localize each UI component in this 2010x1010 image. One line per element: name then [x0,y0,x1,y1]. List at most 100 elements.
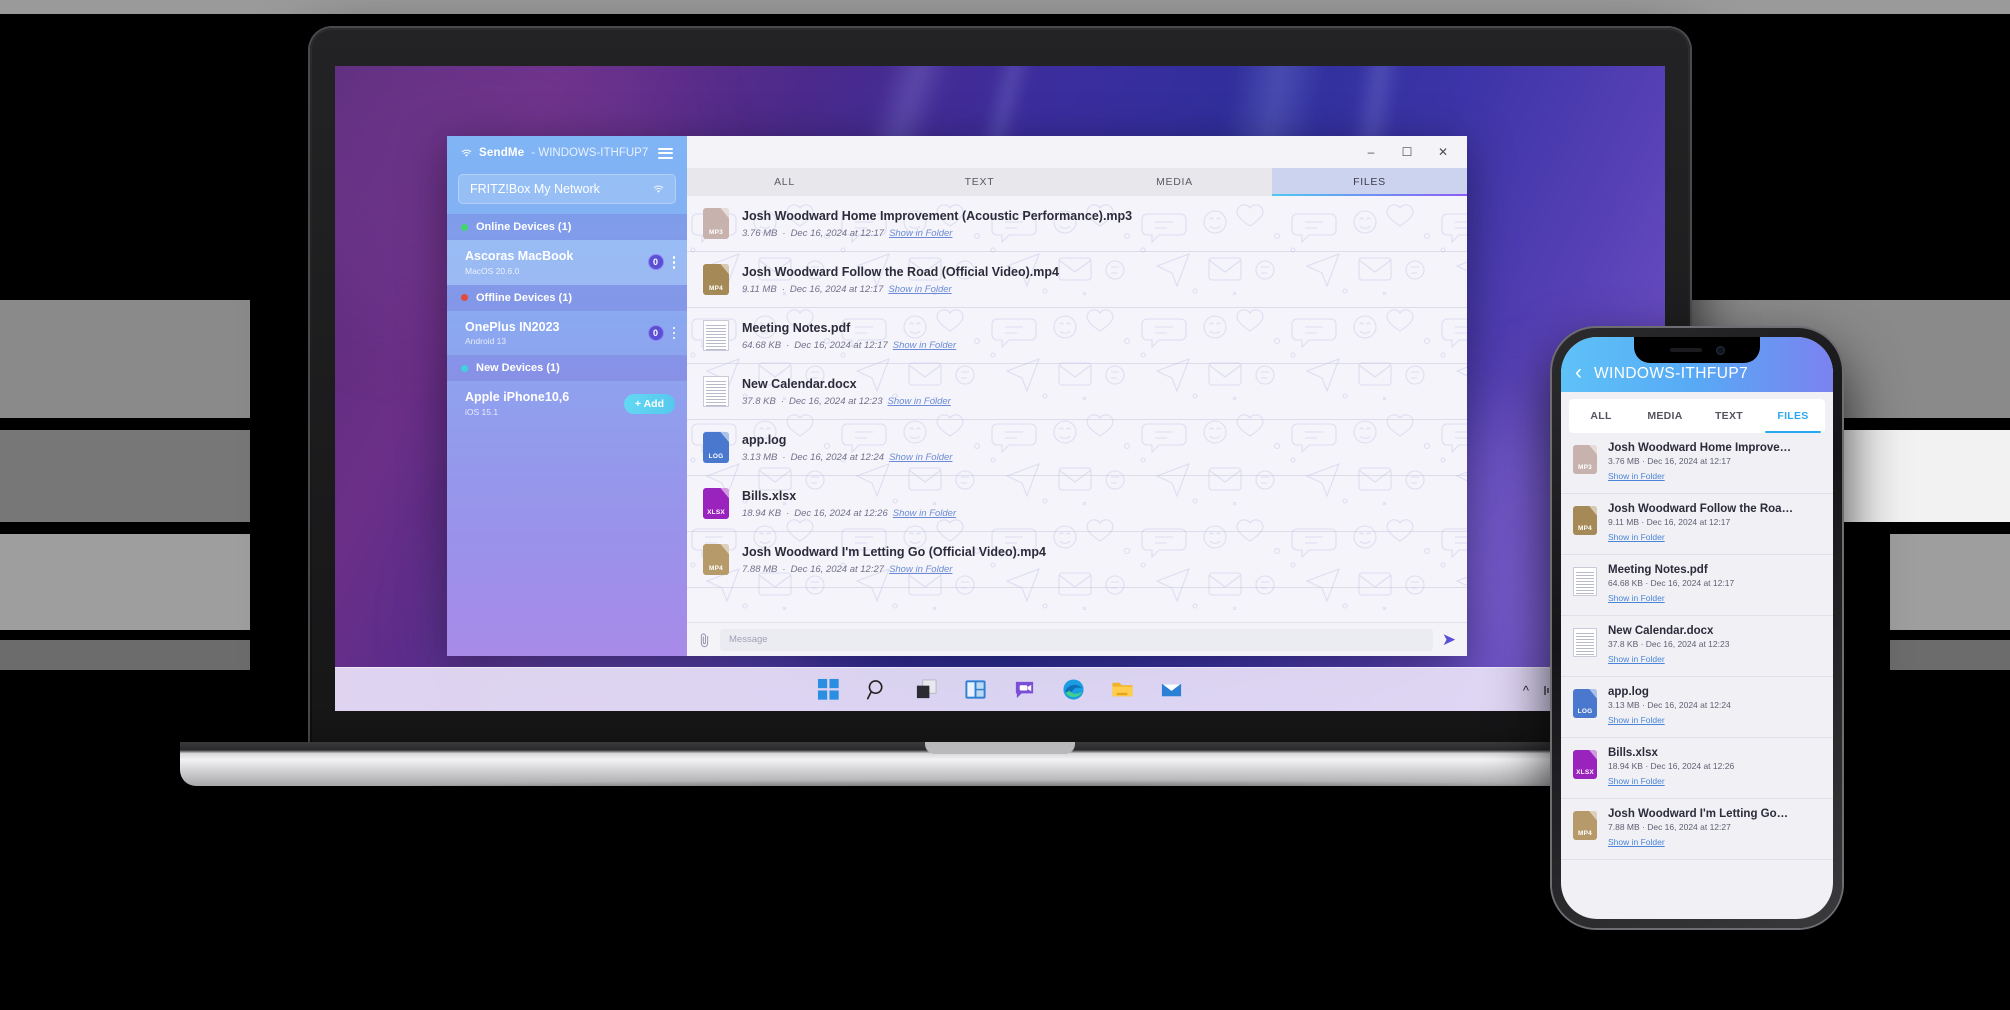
send-icon[interactable]: ➤ [1442,631,1456,648]
file-size: 18.94 KB [742,507,782,519]
phone-tab-media[interactable]: MEDIA [1633,399,1697,433]
phone-show-in-folder-link[interactable]: Show in Folder [1608,654,1665,664]
phone-show-in-folder-link[interactable]: Show in Folder [1608,837,1665,847]
show-in-folder-link[interactable]: Show in Folder [889,228,952,239]
phone-show-in-folder-link[interactable]: Show in Folder [1608,471,1665,481]
status-dot [461,223,468,231]
message-input[interactable]: Message [720,628,1433,651]
pdf-file-icon [703,320,729,351]
show-in-folder-link[interactable]: Show in Folder [893,508,956,519]
phone-file-meta: 3.76 MB · Dec 16, 2024 at 12:17 [1608,456,1731,466]
phone-show-in-folder-link[interactable]: Show in Folder [1608,776,1665,786]
sidebar-device-item[interactable]: OnePlus IN2023 Android 13 0 [447,311,687,356]
widgets-icon[interactable] [964,678,987,701]
tab-all[interactable]: ALL [687,168,882,196]
network-selector[interactable]: FRITZ!Box My Network [458,174,676,204]
file-meta: 3.13 MB · Dec 16, 2024 at 12:24 Show in … [742,452,952,463]
file-row[interactable]: MP4 Josh Woodward I'm Letting Go (Officia… [687,532,1467,588]
mp4-file-icon: MP4 [1573,811,1597,840]
file-list[interactable]: MP3 Josh Woodward Home Improvement (Acous… [687,196,1467,622]
file-row[interactable]: XLSX Bills.xlsx 18.94 KB · Dec 16, 2024 a… [687,476,1467,532]
show-in-folder-link[interactable]: Show in Folder [887,396,950,407]
phone-show-in-folder-link[interactable]: Show in Folder [1608,532,1665,542]
phone-file-name: Josh Woodward I'm Letting Go… [1608,808,1789,820]
windows-start-icon[interactable] [817,678,840,701]
phone-tab-text[interactable]: TEXT [1697,399,1761,433]
tab-text[interactable]: TEXT [882,168,1077,196]
file-meta: 64.68 KB · Dec 16, 2024 at 12:17 Show in… [742,340,956,351]
show-in-folder-link[interactable]: Show in Folder [889,564,952,575]
phone-device: ‹ WINDOWS-ITHFUP7 ALL MEDIA TEXT FILES MP3 J… [1552,328,1842,928]
file-row[interactable]: MP4 Josh Woodward Follow the Road (Offici… [687,252,1467,308]
sidebar-device-item[interactable]: Ascoras MacBook MacOS 20.6.0 0 [447,240,687,285]
log-file-icon: LOG [703,432,729,463]
file-row[interactable]: MP3 Josh Woodward Home Improvement (Acous… [687,196,1467,252]
status-dot [461,294,468,302]
device-options-icon[interactable] [672,256,675,269]
file-date: Dec 16, 2024 at 12:24 [790,451,885,463]
file-name: Josh Woodward I'm Letting Go (Official V… [742,545,1046,560]
file-size: 3.13 MB [742,451,778,463]
phone-bezel: ‹ WINDOWS-ITHFUP7 ALL MEDIA TEXT FILES MP3 J… [1561,337,1833,919]
phone-file-row[interactable]: New Calendar.docx 37.8 KB · Dec 16, 2024… [1561,616,1833,677]
task-view-icon[interactable] [915,678,938,701]
meta-separator: · [782,451,786,463]
maximize-button[interactable]: ☐ [1389,139,1425,165]
phone-file-row[interactable]: Meeting Notes.pdf 64.68 KB · Dec 16, 202… [1561,555,1833,616]
phone-file-meta: 64.68 KB · Dec 16, 2024 at 12:17 [1608,578,1735,588]
file-row[interactable]: Meeting Notes.pdf 64.68 KB · Dec 16, 202… [687,308,1467,364]
phone-show-in-folder-link[interactable]: Show in Folder [1608,593,1665,603]
hamburger-menu-icon[interactable] [658,147,673,159]
close-button[interactable]: ✕ [1425,139,1461,165]
laptop-device: SendMe - WINDOWS-ITHFUP7 FRITZ!Box My Ne… [180,28,1820,808]
paperclip-icon[interactable] [698,632,711,648]
tab-files[interactable]: FILES [1272,168,1467,196]
device-group-header: New Devices (1) [447,355,687,382]
tab-media[interactable]: MEDIA [1077,168,1272,196]
file-explorer-icon[interactable] [1111,678,1134,701]
minimize-button[interactable]: – [1353,139,1389,165]
show-in-folder-link[interactable]: Show in Folder [889,452,952,463]
file-date: Dec 16, 2024 at 12:17 [794,339,888,351]
mail-icon[interactable] [1160,678,1183,701]
sidebar-device-item[interactable]: Apple iPhone10,6 iOS 15.1 + Add [447,381,687,426]
file-name: Josh Woodward Follow the Road (Official … [742,265,1059,280]
phone-tab-all[interactable]: ALL [1569,399,1633,433]
file-row[interactable]: New Calendar.docx 37.8 KB · Dec 16, 2024… [687,364,1467,420]
phone-content-tabs: ALL MEDIA TEXT FILES [1569,399,1825,433]
search-icon[interactable] [866,678,889,701]
device-options-icon[interactable] [672,326,675,340]
laptop-notch [925,742,1075,754]
show-in-folder-link[interactable]: Show in Folder [888,284,951,295]
file-size: 64.68 KB [742,339,782,351]
phone-file-row[interactable]: XLSX Bills.xlsx 18.94 KB · Dec 16, 2024 a… [1561,738,1833,799]
sidebar-header: SendMe - WINDOWS-ITHFUP7 [447,136,687,170]
show-in-folder-link[interactable]: Show in Folder [893,340,956,351]
file-row[interactable]: LOG app.log 3.13 MB · Dec 16, 2024 at 12:… [687,420,1467,476]
taskbar-icons [817,678,1183,701]
file-meta: 37.8 KB · Dec 16, 2024 at 12:23 Show in … [742,396,951,407]
sidebar: SendMe - WINDOWS-ITHFUP7 FRITZ!Box My Ne… [447,136,687,656]
window-titlebar: – ☐ ✕ [687,136,1467,168]
front-camera [1715,345,1725,355]
file-date: Dec 16, 2024 at 12:17 [789,283,884,295]
phone-tab-files[interactable]: FILES [1761,399,1825,433]
edge-browser-icon[interactable] [1062,678,1085,701]
chevron-left-icon[interactable]: ‹ [1575,362,1582,383]
device-group-label: Online Devices (1) [476,221,572,233]
docx-file-icon [703,376,729,407]
phone-notch [1634,337,1760,363]
device-os: MacOS 20.6.0 [465,265,520,276]
phone-file-row[interactable]: MP4 Josh Woodward I'm Letting Go… 7.88 MB… [1561,799,1833,860]
phone-file-name: Meeting Notes.pdf [1608,564,1708,576]
phone-file-row[interactable]: MP3 Josh Woodward Home Improve… 3.76 MB ·… [1561,433,1833,494]
device-group-label: New Devices (1) [476,362,560,375]
add-device-button[interactable]: + Add [623,393,675,414]
chevron-up-icon[interactable]: ^ [1523,683,1529,698]
phone-file-row[interactable]: MP4 Josh Woodward Follow the Roa… 9.11 MB… [1561,494,1833,555]
phone-file-list[interactable]: MP3 Josh Woodward Home Improve… 3.76 MB ·… [1561,433,1833,860]
chat-teams-icon[interactable] [1013,678,1036,701]
device-name: Apple iPhone10,6 [465,390,570,405]
phone-show-in-folder-link[interactable]: Show in Folder [1608,715,1665,725]
phone-file-row[interactable]: LOG app.log 3.13 MB · Dec 16, 2024 at 12:… [1561,677,1833,738]
